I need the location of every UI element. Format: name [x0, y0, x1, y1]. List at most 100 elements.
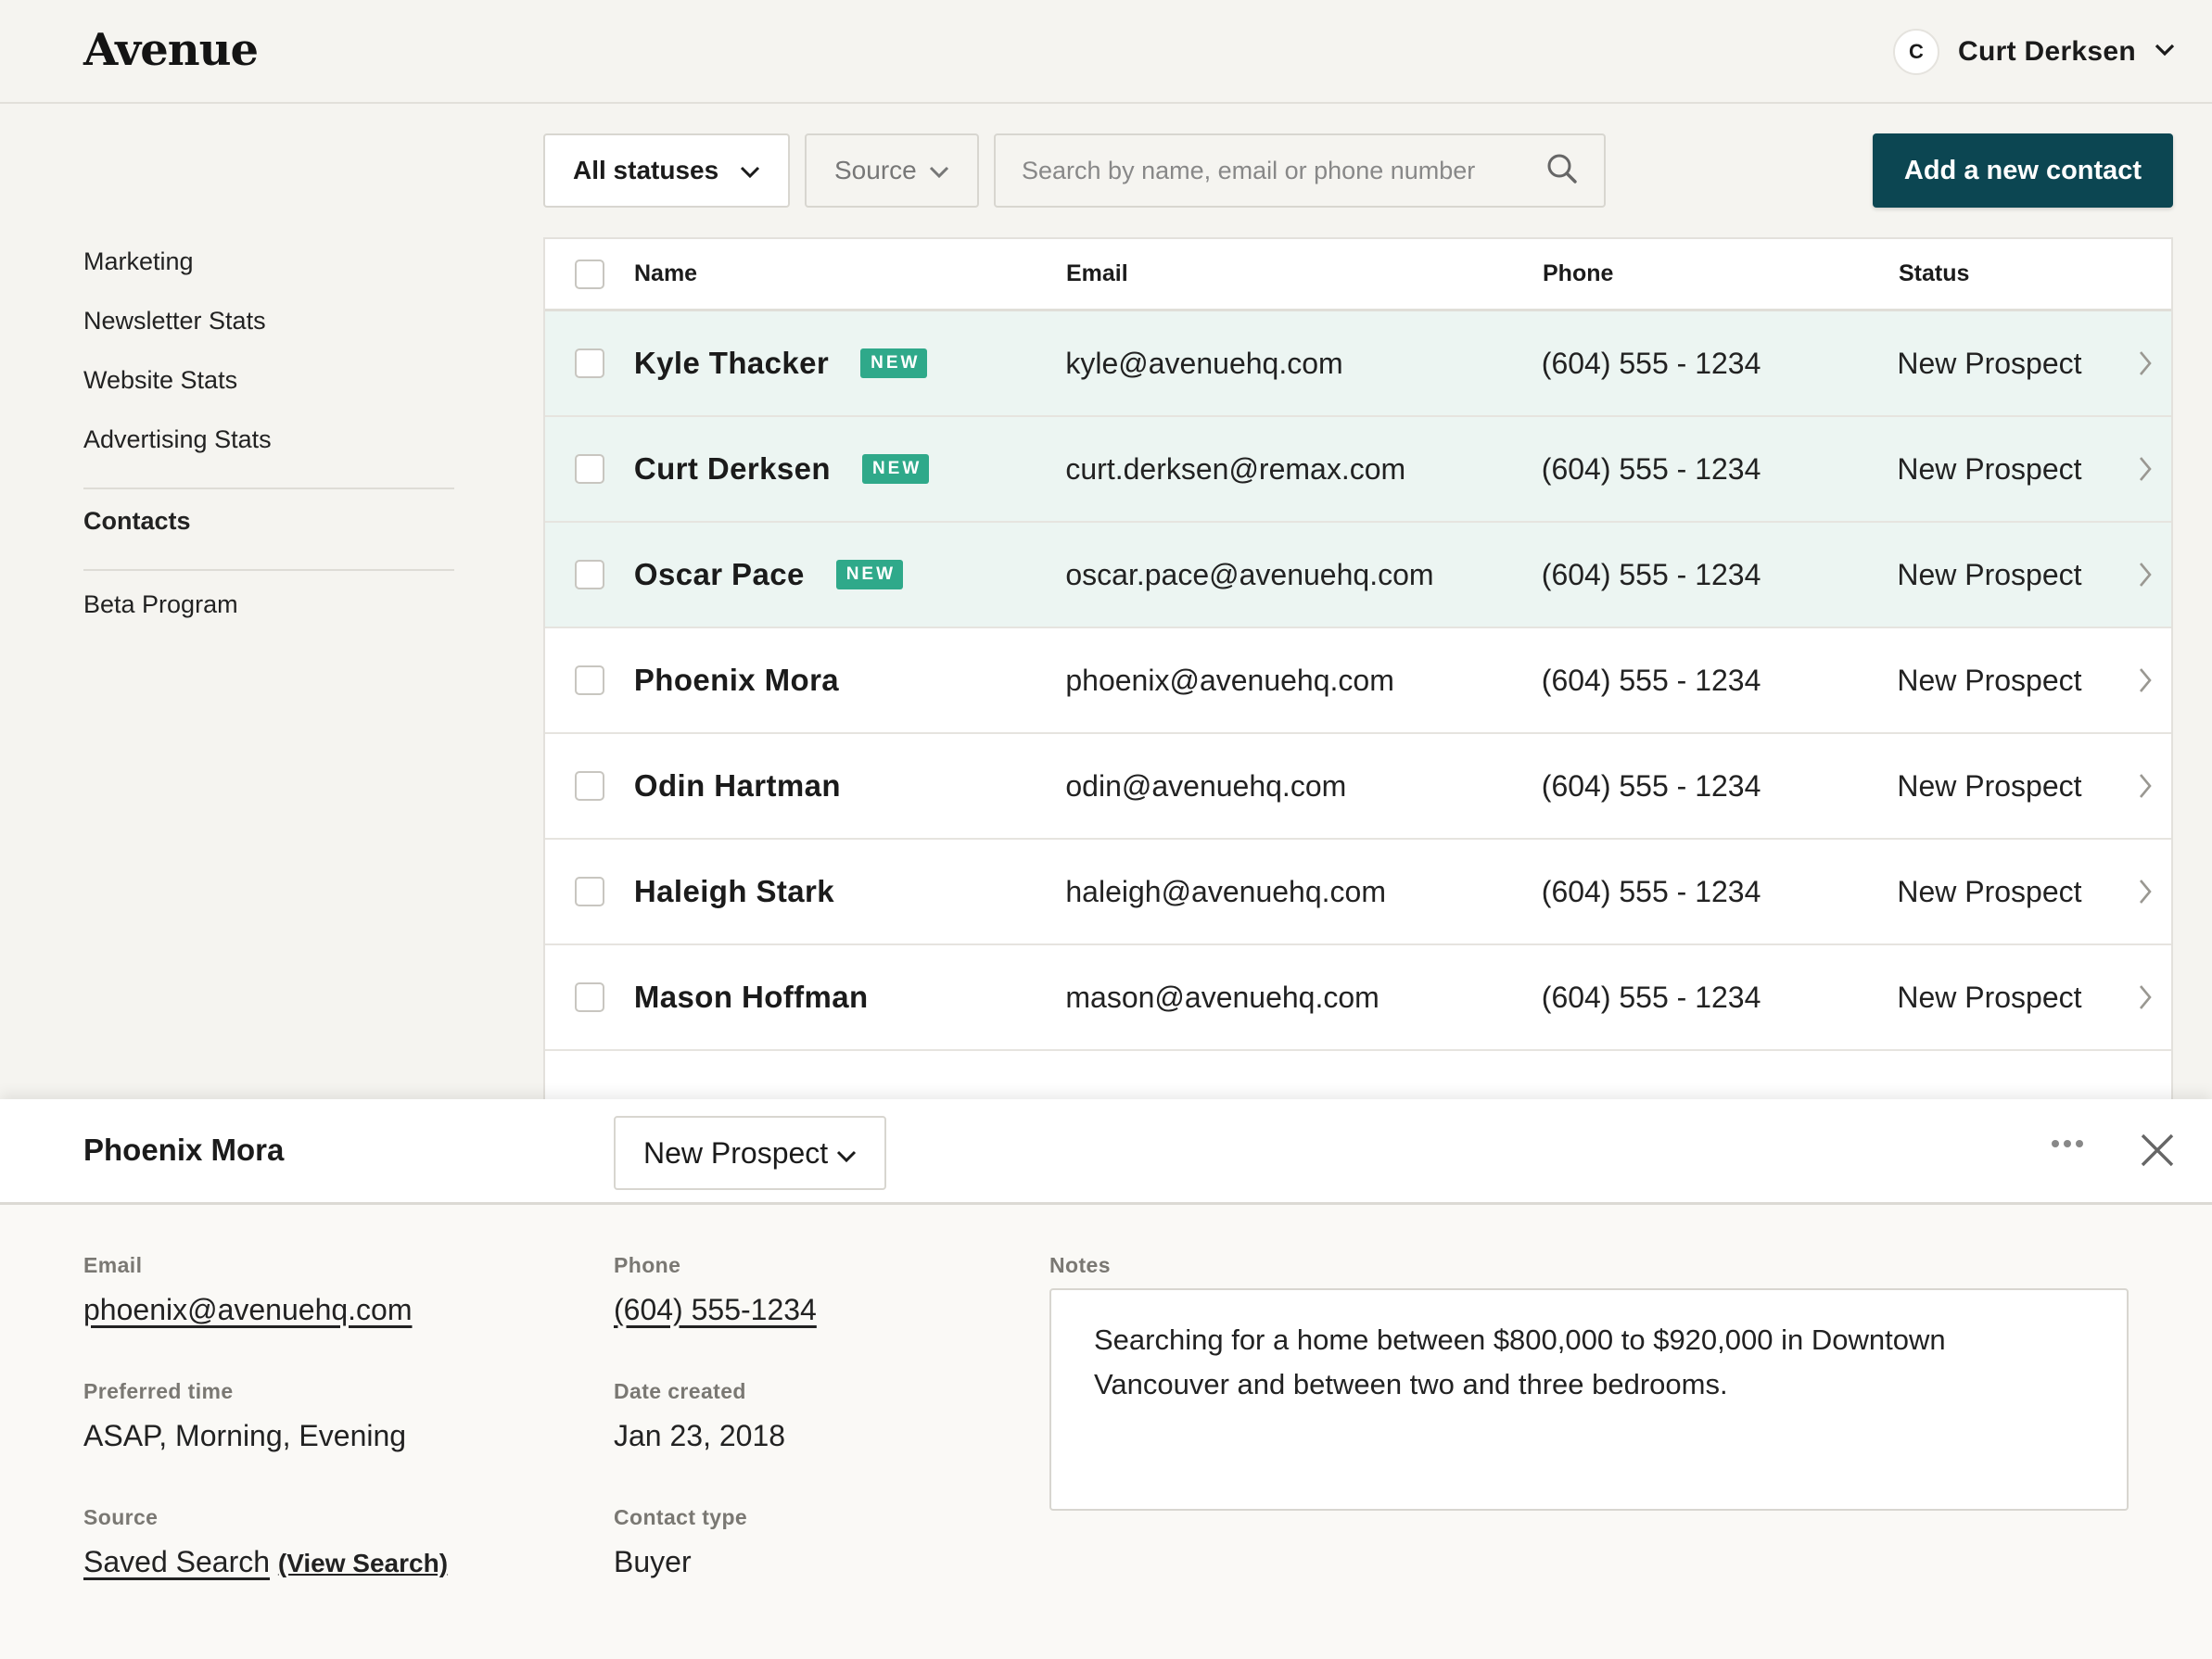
contact-name[interactable]: Curt Derksen	[634, 451, 831, 487]
date-created-label: Date created	[614, 1379, 746, 1403]
phone-cell: (604) 555 - 1234	[1541, 768, 1761, 803]
preferred-time-value: ASAP, Morning, Evening	[83, 1419, 407, 1452]
status-filter-dropdown[interactable]: All statuses	[543, 133, 790, 208]
chevron-right-icon[interactable]	[2119, 561, 2171, 589]
contact-name[interactable]: Haleigh Stark	[634, 874, 834, 909]
more-icon[interactable]	[2051, 1136, 2084, 1153]
source-link[interactable]: Saved Search	[83, 1545, 270, 1578]
row-checkbox[interactable]	[574, 560, 604, 589]
table-row[interactable]: Phoenix Mora phoenix@avenuehq.com (604) 55…	[545, 628, 2171, 734]
row-checkbox[interactable]	[574, 982, 604, 1012]
preferred-time-field: Preferred time ASAP, Morning, Evening	[83, 1379, 406, 1453]
contact-type-value: Buyer	[614, 1545, 692, 1578]
contact-name[interactable]: Odin Hartman	[634, 768, 841, 804]
phone-cell: (604) 555 - 1234	[1541, 557, 1761, 591]
email-field: Email phoenix@avenuehq.com	[83, 1253, 413, 1327]
select-all-checkbox[interactable]	[575, 259, 604, 289]
name-cell: Phoenix Mora	[634, 663, 1065, 698]
sidebar-item-marketing[interactable]: Marketing	[83, 241, 454, 300]
row-checkbox[interactable]	[574, 665, 604, 695]
row-checkbox[interactable]	[574, 771, 604, 801]
row-checkbox[interactable]	[574, 877, 604, 906]
contact-name[interactable]: Phoenix Mora	[634, 663, 839, 698]
source-value: Saved Search (View Search)	[83, 1545, 448, 1579]
chevron-right-icon[interactable]	[2119, 878, 2171, 905]
email-cell: kyle@avenuehq.com	[1065, 346, 1343, 380]
source-field: Source Saved Search (View Search)	[83, 1505, 448, 1579]
chevron-right-icon[interactable]	[2119, 772, 2171, 800]
chevron-down-icon	[740, 156, 760, 185]
table-header: Name Email Phone Status	[545, 239, 2171, 311]
table-row[interactable]: Oscar Pace NEW oscar.pace@avenuehq.com (604…	[545, 523, 2171, 628]
name-cell: Haleigh Stark	[634, 874, 1065, 909]
email-cell: haleigh@avenuehq.com	[1065, 874, 1386, 908]
sidebar-item-contacts[interactable]: Contacts	[83, 500, 454, 560]
table-row[interactable]: Kyle Thacker NEW kyle@avenuehq.com (604) 55…	[545, 311, 2171, 417]
column-header-email[interactable]: Email	[1066, 260, 1543, 287]
phone-field: Phone (604) 555-1234	[614, 1253, 817, 1327]
source-filter-label: Source	[834, 156, 917, 184]
notes-textarea[interactable]: Searching for a home between $800,000 to…	[1049, 1288, 2129, 1511]
table-row[interactable]: Curt Derksen NEW curt.derksen@remax.com (60…	[545, 417, 2171, 523]
sidebar-item-website-stats[interactable]: Website Stats	[83, 360, 454, 419]
email-link[interactable]: phoenix@avenuehq.com	[83, 1293, 413, 1327]
status-cell: New Prospect	[1897, 768, 2082, 803]
source-filter-dropdown[interactable]: Source	[805, 133, 979, 208]
row-checkbox[interactable]	[574, 348, 604, 378]
name-cell: Oscar Pace NEW	[634, 557, 1065, 592]
search-icon[interactable]	[1546, 153, 1578, 189]
phone-cell: (604) 555 - 1234	[1541, 663, 1761, 697]
contact-type-label: Contact type	[614, 1505, 748, 1529]
sidebar: Marketing Newsletter Stats Website Stats…	[83, 241, 454, 652]
status-cell: New Prospect	[1897, 557, 2082, 591]
user-menu[interactable]: C Curt Derksen	[1893, 28, 2175, 76]
sidebar-item-advertising-stats[interactable]: Advertising Stats	[83, 419, 454, 478]
email-cell: mason@avenuehq.com	[1065, 980, 1379, 1014]
detail-status-dropdown[interactable]: New Prospect	[614, 1116, 886, 1190]
detail-contact-name: Phoenix Mora	[83, 1133, 285, 1167]
phone-cell: (604) 555 - 1234	[1541, 874, 1761, 908]
email-cell: odin@avenuehq.com	[1065, 768, 1347, 803]
sidebar-item-newsletter-stats[interactable]: Newsletter Stats	[83, 300, 454, 360]
app-logo[interactable]: Avenue	[83, 24, 259, 76]
column-header-phone[interactable]: Phone	[1543, 260, 1899, 287]
add-contact-button[interactable]: Add a new contact	[1873, 133, 2173, 208]
chevron-down-icon	[2155, 44, 2175, 61]
table-body: Kyle Thacker NEW kyle@avenuehq.com (604) 55…	[545, 311, 2171, 1051]
phone-cell: (604) 555 - 1234	[1541, 451, 1761, 486]
date-created-value: Jan 23, 2018	[614, 1419, 786, 1452]
email-cell: phoenix@avenuehq.com	[1065, 663, 1394, 697]
row-checkbox[interactable]	[574, 454, 604, 484]
name-cell: Curt Derksen NEW	[634, 451, 1065, 487]
phone-link[interactable]: (604) 555-1234	[614, 1293, 817, 1327]
chevron-right-icon[interactable]	[2119, 666, 2171, 694]
status-cell: New Prospect	[1897, 980, 2082, 1014]
contact-name[interactable]: Oscar Pace	[634, 557, 805, 592]
sidebar-group-beta: Beta Program	[83, 571, 454, 652]
table-row[interactable]: Mason Hoffman mason@avenuehq.com (604) 555…	[545, 945, 2171, 1051]
name-cell: Mason Hoffman	[634, 980, 1065, 1015]
email-label: Email	[83, 1253, 143, 1277]
contact-name[interactable]: Kyle Thacker	[634, 346, 829, 381]
detail-header: Phoenix Mora New Prospect	[0, 1099, 2212, 1205]
table-row[interactable]: Odin Hartman odin@avenuehq.com (604) 555 -…	[545, 734, 2171, 840]
chevron-right-icon[interactable]	[2119, 349, 2171, 377]
search-input[interactable]	[1022, 156, 1546, 185]
chevron-down-icon	[836, 1136, 857, 1171]
view-search-link[interactable]: (View Search)	[278, 1549, 448, 1577]
chevron-right-icon[interactable]	[2119, 983, 2171, 1011]
sidebar-item-beta-program[interactable]: Beta Program	[83, 584, 454, 643]
name-cell: Odin Hartman	[634, 768, 1065, 804]
notes-label: Notes	[1049, 1253, 1111, 1277]
chevron-right-icon[interactable]	[2119, 455, 2171, 483]
column-header-name[interactable]: Name	[634, 260, 1066, 287]
notes-field: Notes	[1049, 1253, 1111, 1278]
user-name: Curt Derksen	[1958, 36, 2136, 67]
sidebar-group-contacts: Contacts	[83, 489, 454, 569]
table-row[interactable]: Haleigh Stark haleigh@avenuehq.com (604) 5…	[545, 840, 2171, 945]
contact-name[interactable]: Mason Hoffman	[634, 980, 869, 1015]
sidebar-group-marketing: Marketing Newsletter Stats Website Stats…	[83, 241, 454, 488]
status-cell: New Prospect	[1897, 874, 2082, 908]
column-header-status[interactable]: Status	[1899, 260, 2121, 287]
close-icon[interactable]	[2140, 1133, 2175, 1172]
